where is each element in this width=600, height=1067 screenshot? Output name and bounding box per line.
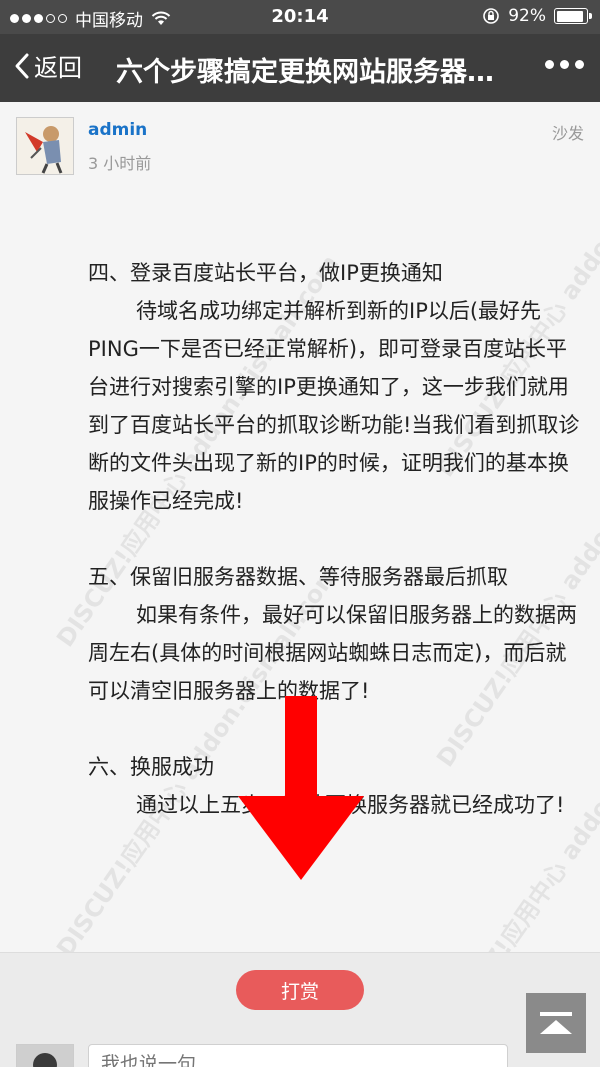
battery-status: 92% [482, 6, 592, 26]
user-avatar [16, 1044, 74, 1067]
section-heading: 五、保留旧服务器数据、等待服务器最后抓取 [88, 565, 508, 589]
floor-label: 沙发 [551, 124, 584, 143]
post-card: DISCUZ!应用中心 addon.dismall.com DISCUZ!应用中… [0, 102, 600, 952]
content-paragraph: 通过以上五步，网站更换服务器就已经成功了! [136, 793, 565, 817]
author-avatar[interactable] [16, 117, 74, 175]
more-options-button[interactable] [545, 60, 584, 69]
scroll-to-top-button[interactable] [526, 993, 586, 1053]
comment-input[interactable] [88, 1044, 508, 1067]
status-bar: 中国移动 20:14 92% [0, 0, 600, 34]
more-dot-icon [575, 60, 584, 69]
content-paragraph: 如果有条件，最好可以保留旧服务器上的数据两周左右(具体的时间根据网站蜘蛛日志而定… [88, 603, 577, 703]
chevron-left-icon [15, 53, 29, 78]
navigation-bar: 返回 六个步骤搞定更换网站服务器… [0, 34, 600, 102]
author-name[interactable]: admin [88, 120, 147, 140]
battery-level [556, 10, 584, 22]
scroll-top-bar-icon [540, 1012, 572, 1016]
reward-button[interactable]: 打赏 [236, 970, 364, 1010]
divider [0, 952, 600, 953]
content-paragraph: 待域名成功绑定并解析到新的IP以后(最好先PING一下是否已经正常解析)，即可登… [88, 299, 580, 513]
orientation-lock-icon [483, 8, 500, 24]
back-label: 返回 [34, 54, 82, 82]
post-time: 3 小时前 [88, 154, 152, 173]
post-content: 四、登录百度站长平台，做IP更换通知待域名成功绑定并解析到新的IP以后(最好先P… [88, 254, 580, 824]
page-title: 六个步骤搞定更换网站服务器… [116, 57, 494, 88]
battery-icon [554, 8, 592, 24]
more-dot-icon [560, 60, 569, 69]
avatar-illustration [17, 118, 73, 174]
back-button[interactable]: 返回 [14, 48, 82, 83]
more-dot-icon [545, 60, 554, 69]
user-avatar-illustration [17, 1045, 73, 1067]
section-heading: 六、换服成功 [88, 755, 214, 779]
section-heading: 四、登录百度站长平台，做IP更换通知 [88, 261, 443, 285]
arrow-up-icon [540, 1020, 572, 1034]
battery-percent: 92% [508, 6, 546, 26]
